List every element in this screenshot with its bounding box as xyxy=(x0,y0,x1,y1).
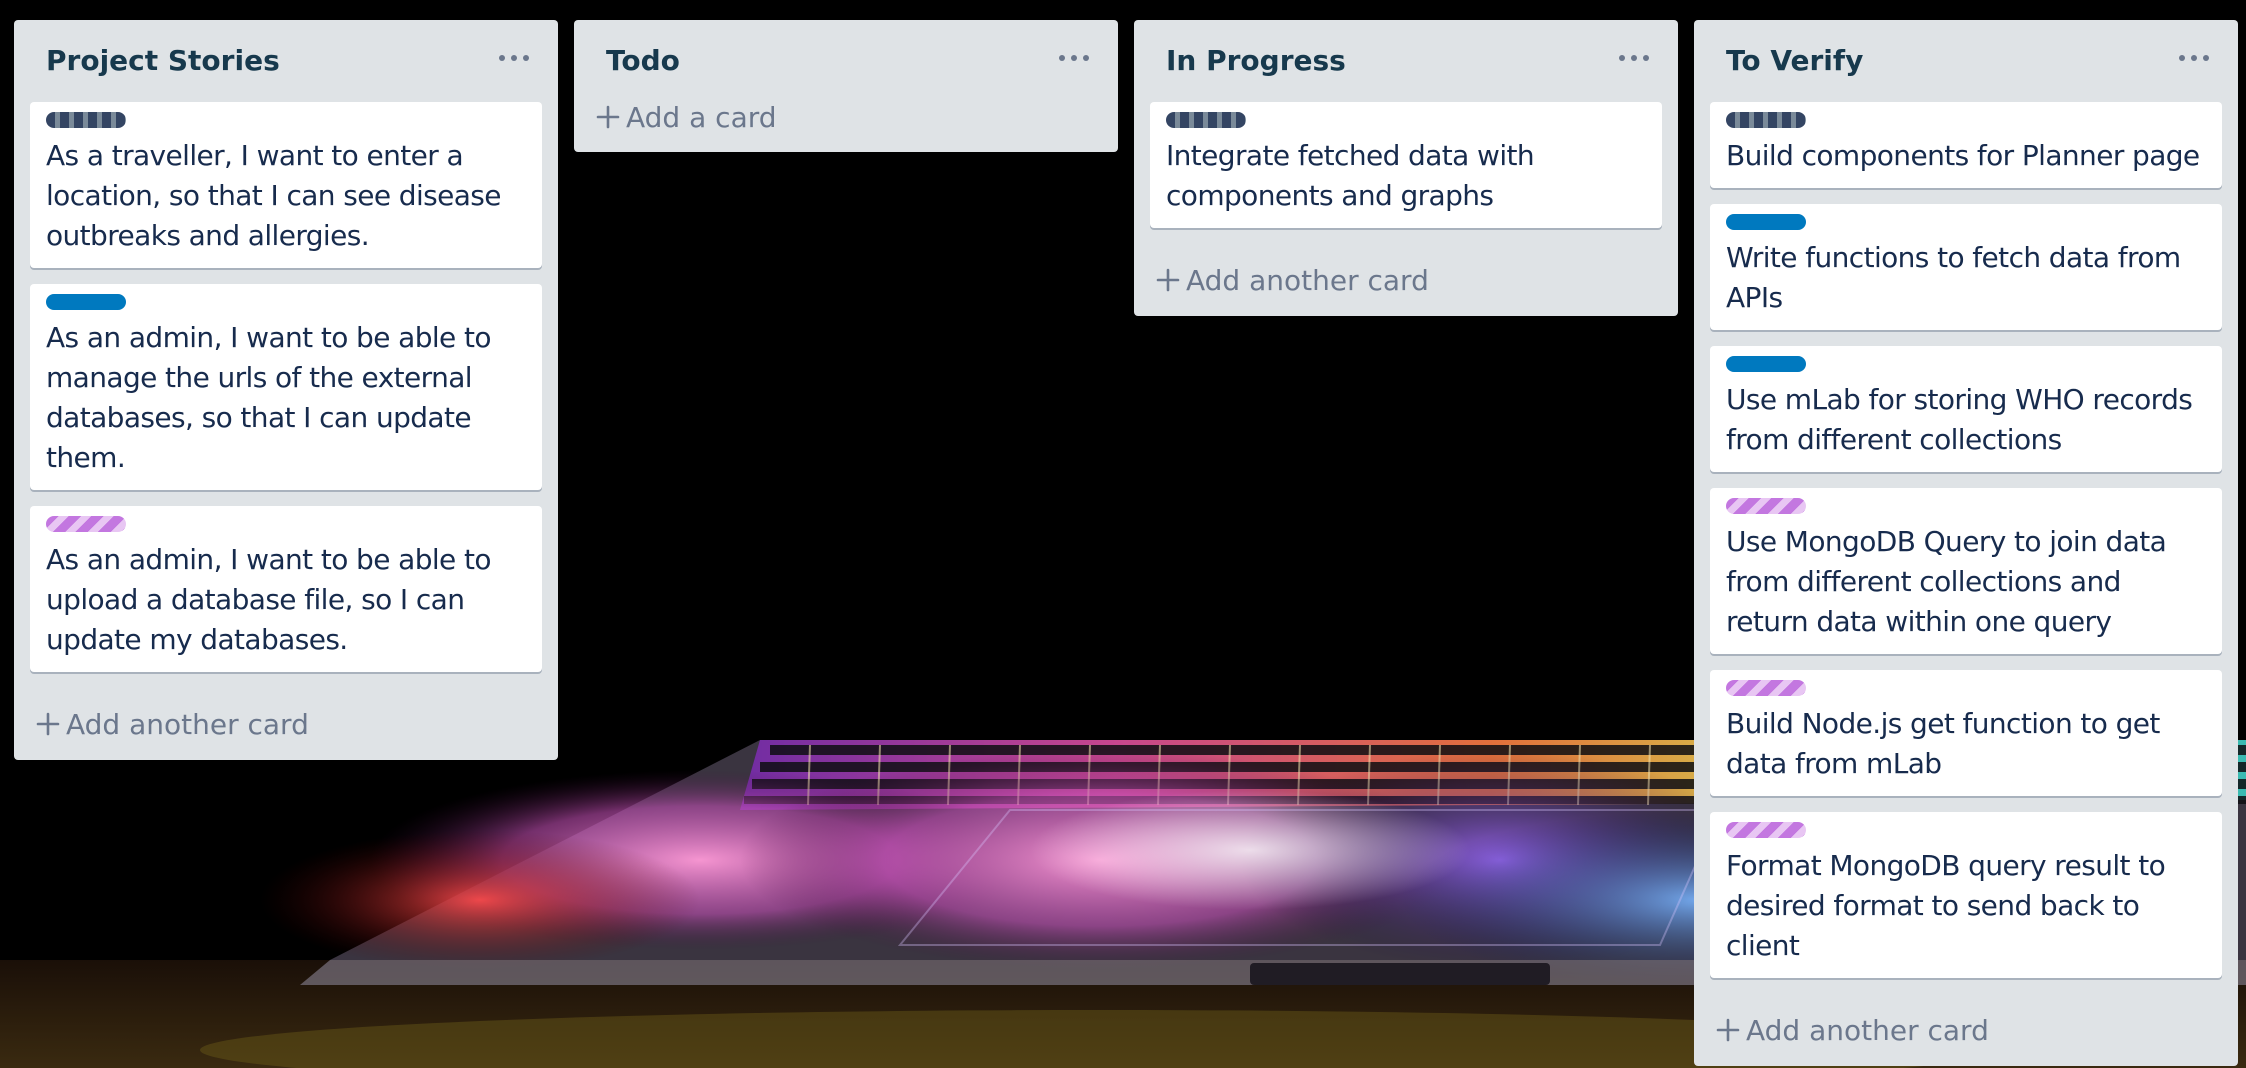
list-title[interactable]: Project Stories xyxy=(46,44,280,78)
card-label[interactable] xyxy=(1726,356,1806,372)
list-project-stories: Project Stories As a traveller, I want t… xyxy=(14,20,558,760)
list-title[interactable]: In Progress xyxy=(1166,44,1346,78)
card[interactable]: Write functions to fetch data from APIs xyxy=(1710,204,2222,330)
card-label[interactable] xyxy=(1726,112,1806,128)
card-label[interactable] xyxy=(1726,214,1806,230)
list-title[interactable]: Todo xyxy=(606,44,680,78)
card-label[interactable] xyxy=(1166,112,1246,128)
card-label[interactable] xyxy=(46,112,126,128)
card-title: Integrate fetched data with components a… xyxy=(1166,139,1535,212)
add-card-button[interactable]: Add a card xyxy=(590,82,1102,152)
card-title: As an admin, I want to be able to upload… xyxy=(46,543,491,656)
card-label[interactable] xyxy=(1726,498,1806,514)
ellipsis-icon[interactable] xyxy=(496,46,532,70)
card[interactable]: Build components for Planner page xyxy=(1710,102,2222,188)
add-card-button[interactable]: Add another card xyxy=(1150,244,1662,316)
add-card-label: Add another card xyxy=(66,707,309,741)
plus-icon xyxy=(594,103,622,131)
card-title: Use mLab for storing WHO records from di… xyxy=(1726,383,2193,456)
card-title: Build Node.js get function to get data f… xyxy=(1726,707,2160,780)
card-title: Write functions to fetch data from APIs xyxy=(1726,241,2181,314)
card-label[interactable] xyxy=(46,294,126,310)
card[interactable]: Integrate fetched data with components a… xyxy=(1150,102,1662,228)
plus-icon xyxy=(34,710,62,738)
card-label[interactable] xyxy=(46,516,126,532)
card-label[interactable] xyxy=(1726,822,1806,838)
list-title[interactable]: To Verify xyxy=(1726,44,1863,78)
card-title: Build components for Planner page xyxy=(1726,139,2200,172)
add-card-label: Add another card xyxy=(1186,263,1429,297)
card[interactable]: Build Node.js get function to get data f… xyxy=(1710,670,2222,796)
ellipsis-icon[interactable] xyxy=(1616,46,1652,70)
kanban-board: Project Stories As a traveller, I want t… xyxy=(0,0,2246,1068)
list-in-progress: In Progress Integrate fetched data with … xyxy=(1134,20,1678,316)
plus-icon xyxy=(1154,266,1182,294)
ellipsis-icon[interactable] xyxy=(1056,46,1092,70)
list-to-verify: To Verify Build components for Planner p… xyxy=(1694,20,2238,1066)
card-title: Use MongoDB Query to join data from diff… xyxy=(1726,525,2167,638)
list-header: Project Stories xyxy=(30,20,542,102)
card-label[interactable] xyxy=(1726,680,1806,696)
card-title: As a traveller, I want to enter a locati… xyxy=(46,139,502,252)
ellipsis-icon[interactable] xyxy=(2176,46,2212,70)
card-title: Format MongoDB query result to desired f… xyxy=(1726,849,2166,962)
list-todo: Todo Add a card xyxy=(574,20,1118,152)
add-card-button[interactable]: Add another card xyxy=(30,688,542,760)
card[interactable]: As an admin, I want to be able to manage… xyxy=(30,284,542,490)
card[interactable]: As an admin, I want to be able to upload… xyxy=(30,506,542,672)
card[interactable]: Format MongoDB query result to desired f… xyxy=(1710,812,2222,978)
list-header: In Progress xyxy=(1150,20,1662,102)
card[interactable]: Use mLab for storing WHO records from di… xyxy=(1710,346,2222,472)
add-card-button[interactable]: Add another card xyxy=(1710,994,2222,1066)
plus-icon xyxy=(1714,1016,1742,1044)
add-card-label: Add a card xyxy=(626,100,777,134)
card-title: As an admin, I want to be able to manage… xyxy=(46,321,491,474)
list-header: To Verify xyxy=(1710,20,2222,102)
add-card-label: Add another card xyxy=(1746,1013,1989,1047)
card[interactable]: As a traveller, I want to enter a locati… xyxy=(30,102,542,268)
card[interactable]: Use MongoDB Query to join data from diff… xyxy=(1710,488,2222,654)
